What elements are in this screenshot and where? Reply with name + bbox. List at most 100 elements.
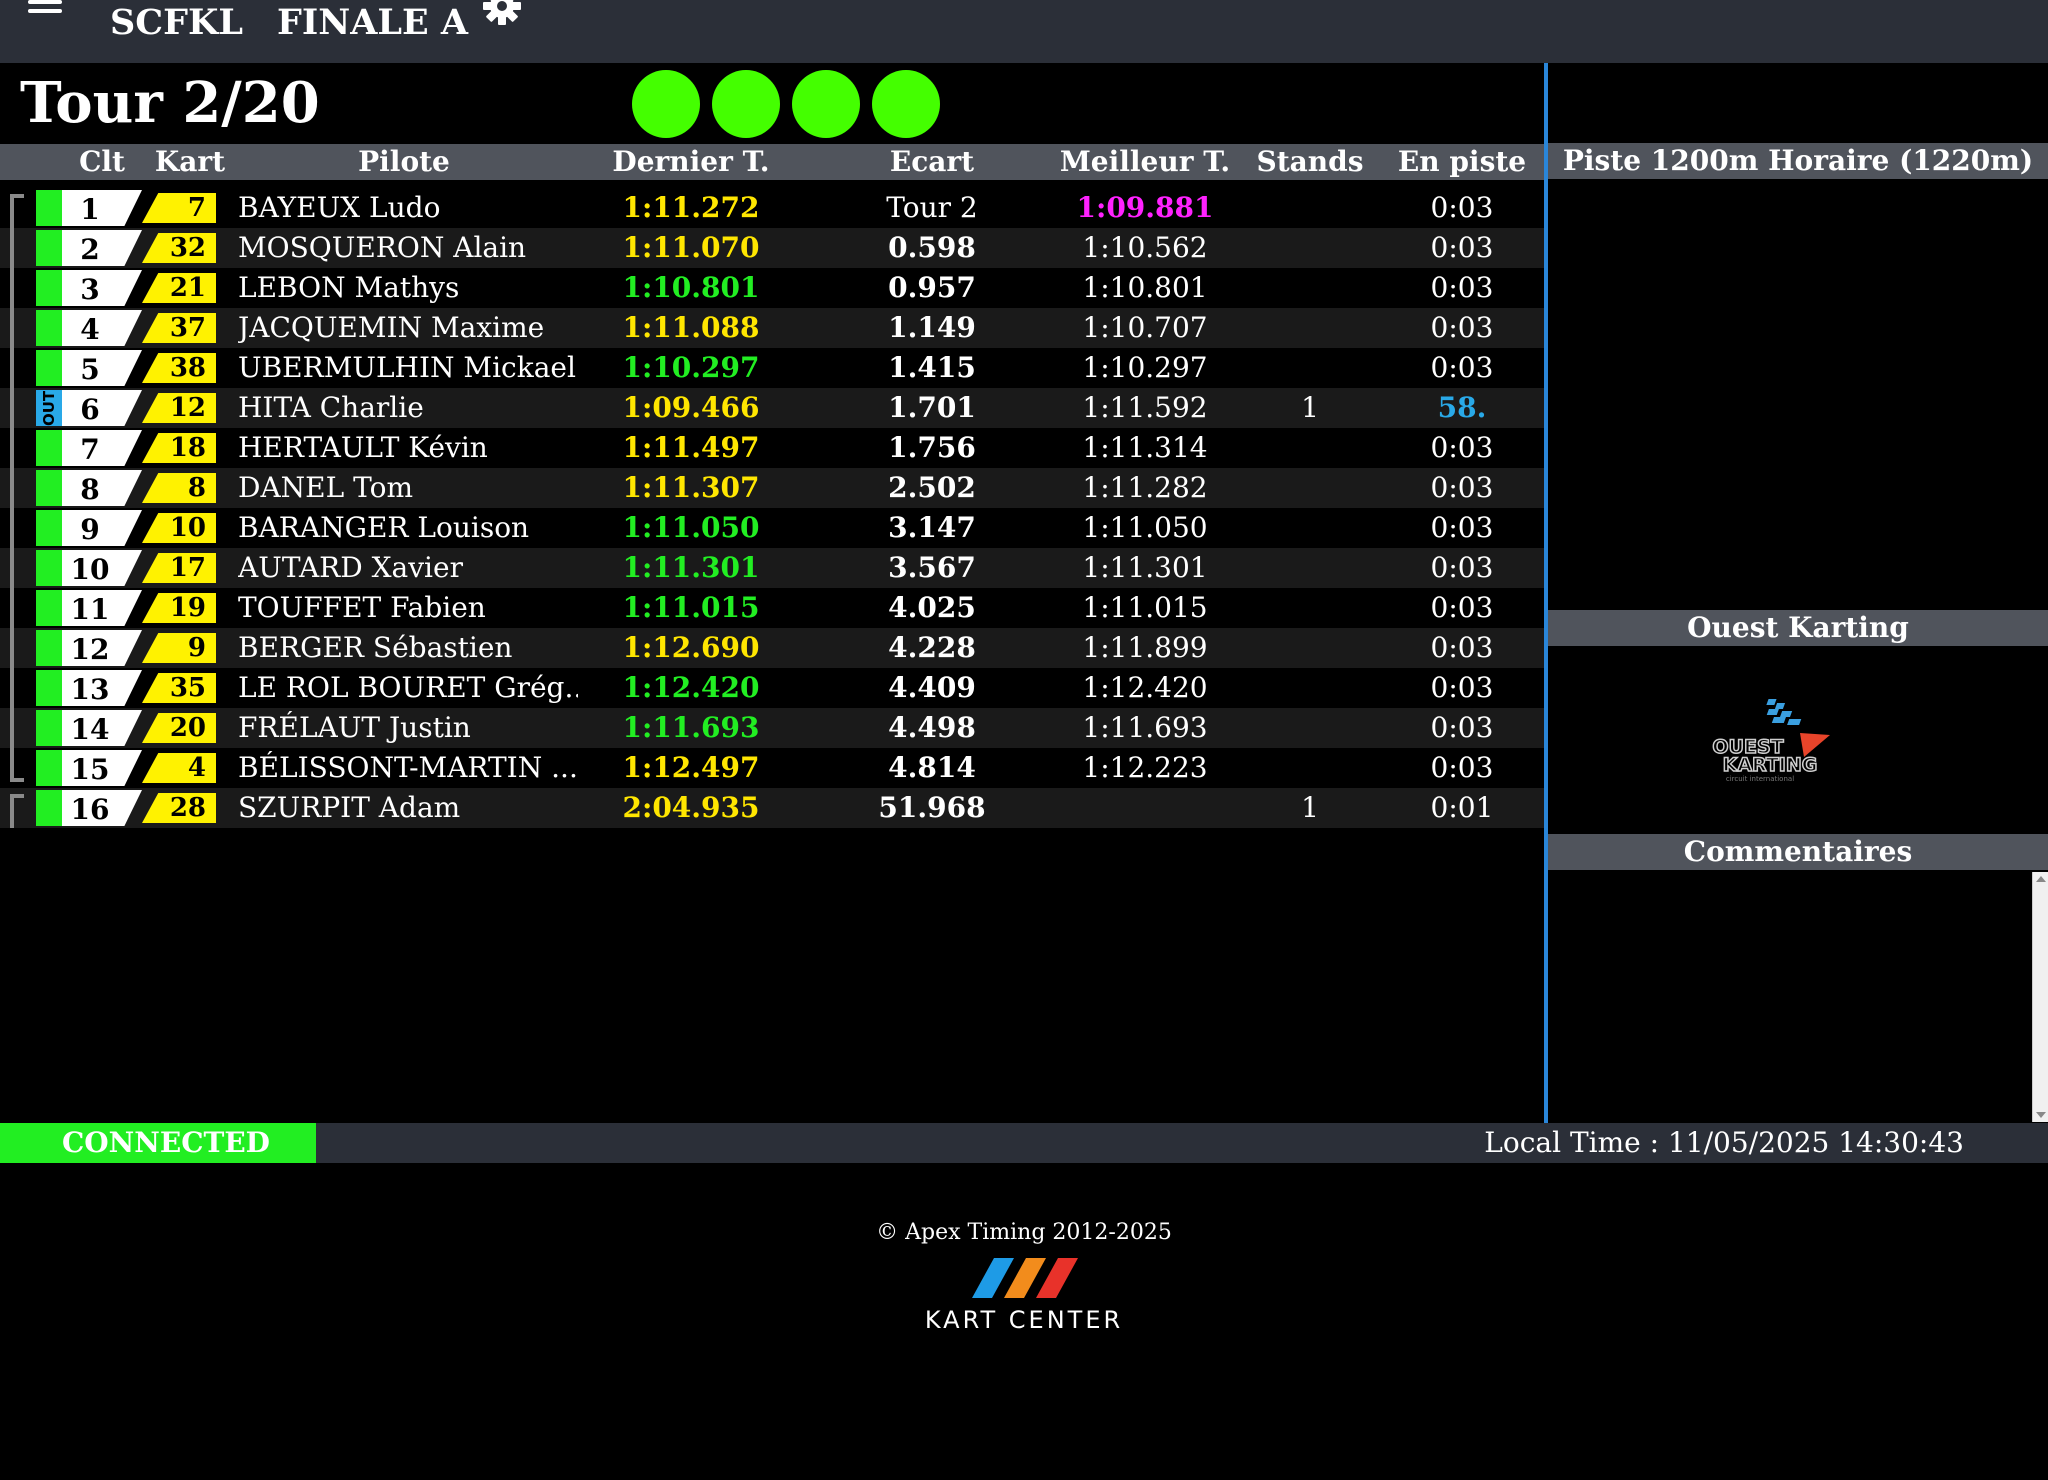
best-lap-time: 1:09.881: [1076, 191, 1214, 224]
column-header-ecart[interactable]: Ecart: [832, 144, 1032, 180]
kart-number: 19: [169, 593, 206, 623]
group-bracket: [10, 708, 24, 748]
table-row[interactable]: 5 38 UBERMULHIN Mickael 1:10.297 1.415 1:10.2…: [0, 348, 1544, 388]
status-indicator: [36, 750, 62, 786]
kart-badge: 18: [142, 433, 216, 463]
column-header-en-piste[interactable]: En piste: [1380, 144, 1544, 180]
time-on-track: 0:03: [1430, 711, 1494, 744]
pilot-name: AUTARD Xavier: [238, 551, 463, 584]
comments-scrollbar[interactable]: [2032, 872, 2048, 1122]
pilot-name: JACQUEMIN Maxime: [238, 311, 545, 344]
last-lap-time: 1:11.693: [622, 711, 760, 744]
table-row[interactable]: 2 32 MOSQUERON Alain 1:11.070 0.598 1:10.562 0…: [0, 228, 1544, 268]
last-lap-time: 2:04.935: [622, 791, 760, 824]
status-indicator: [36, 630, 62, 666]
pilot-name: BERGER Sébastien: [238, 631, 513, 664]
pilot-name: BAYEUX Ludo: [238, 191, 441, 224]
status-indicator: [36, 190, 62, 226]
pilot-name: HITA Charlie: [238, 391, 424, 424]
table-header: Clt Kart Pilote Dernier T. Ecart Meilleu…: [0, 144, 1544, 180]
column-header-stands[interactable]: Stands: [1250, 144, 1370, 180]
scroll-down-arrow-icon[interactable]: [2036, 1112, 2046, 1118]
hamburger-menu-icon[interactable]: [28, 0, 62, 18]
gear-icon[interactable]: [482, 0, 522, 26]
pit-out-indicator: OUT: [36, 390, 62, 426]
pit-stops: 1: [1301, 391, 1319, 424]
table-row[interactable]: 13 35 LE ROL BOURET Grég... 1:12.420 4.409 1:…: [0, 668, 1544, 708]
kart-badge: 21: [142, 273, 216, 303]
pit-out-label: OUT: [40, 390, 58, 426]
kart-badge: 10: [142, 513, 216, 543]
gap-to-leader: 1.756: [888, 431, 976, 464]
column-header-kart[interactable]: Kart: [150, 144, 230, 180]
kart-number: 32: [169, 233, 206, 263]
ouest-karting-logo: OUEST KARTING circuit international: [1712, 699, 1830, 783]
kart-badge: 32: [142, 233, 216, 263]
last-lap-time: 1:12.497: [622, 751, 760, 784]
position-number: 16: [70, 793, 110, 826]
pit-stops: [1250, 228, 1370, 268]
pilot-name: FRÉLAUT Justin: [238, 711, 471, 744]
table-row[interactable]: 1 7 BAYEUX Ludo 1:11.272 Tour 2 1:09.881 0:03: [0, 188, 1544, 228]
group-bracket: [10, 468, 24, 508]
column-header-pilote[interactable]: Pilote: [238, 144, 570, 180]
table-row[interactable]: 9 10 BARANGER Louison 1:11.050 3.147 1:11.050…: [0, 508, 1544, 548]
status-indicator: [36, 710, 62, 746]
table-row[interactable]: 16 28 SZURPIT Adam 2:04.935 51.968 1 0:01: [0, 788, 1544, 828]
table-row[interactable]: 10 17 AUTARD Xavier 1:11.301 3.567 1:11.301 0:…: [0, 548, 1544, 588]
best-lap-time: 1:11.301: [1082, 551, 1208, 584]
pilot-name: BÉLISSONT-MARTIN ...: [238, 751, 578, 784]
table-row[interactable]: 3 21 LEBON Mathys 1:10.801 0.957 1:10.801 0:03: [0, 268, 1544, 308]
best-lap-time: 1:10.297: [1082, 351, 1208, 384]
last-lap-time: 1:11.301: [622, 551, 760, 584]
group-bracket: [10, 668, 24, 708]
last-lap-time: 1:09.466: [622, 391, 760, 424]
pit-stops: [1250, 708, 1370, 748]
kart-number: 28: [169, 793, 206, 823]
kart-number: 4: [187, 753, 206, 783]
table-row[interactable]: 8 8 DANEL Tom 1:11.307 2.502 1:11.282 0:03: [0, 468, 1544, 508]
group-bracket: [10, 308, 24, 348]
best-lap-time: 1:11.050: [1082, 511, 1208, 544]
table-row[interactable]: 15 4 BÉLISSONT-MARTIN ... 1:12.497 4.814 1:12…: [0, 748, 1544, 788]
pit-stops: 1: [1301, 791, 1319, 824]
status-indicator: [36, 470, 62, 506]
scroll-up-arrow-icon[interactable]: [2036, 876, 2046, 882]
gap-to-leader: 4.814: [888, 751, 976, 784]
position-badge: 7: [62, 430, 142, 466]
group-bracket: [10, 194, 24, 228]
position-badge: 1: [62, 190, 142, 226]
table-row[interactable]: OUT 6 12 HITA Charlie 1:09.466 1.701 1:11.592 1…: [0, 388, 1544, 428]
table-row[interactable]: 12 9 BERGER Sébastien 1:12.690 4.228 1:11.899…: [0, 628, 1544, 668]
gap-to-leader: 4.228: [888, 631, 976, 664]
table-row[interactable]: 14 20 FRÉLAUT Justin 1:11.693 4.498 1:11.693 0…: [0, 708, 1544, 748]
last-lap-time: 1:11.307: [622, 471, 760, 504]
position-badge: 10: [62, 550, 142, 586]
gap-to-leader: Tour 2: [886, 191, 978, 224]
pilot-name: MOSQUERON Alain: [238, 231, 527, 264]
panel-divider: [1544, 63, 1548, 1123]
column-header-clt[interactable]: Clt: [62, 144, 142, 180]
pit-stops: [1250, 668, 1370, 708]
kart-badge: 37: [142, 313, 216, 343]
time-on-track: 0:03: [1430, 751, 1494, 784]
column-header-dernier[interactable]: Dernier T.: [580, 144, 802, 180]
best-lap-time: 1:10.562: [1082, 231, 1208, 264]
green-light: [712, 70, 780, 138]
column-header-meilleur[interactable]: Meilleur T.: [1040, 144, 1250, 180]
last-lap-time: 1:12.420: [622, 671, 760, 704]
table-row[interactable]: 11 19 TOUFFET Fabien 1:11.015 4.025 1:11.015 0…: [0, 588, 1544, 628]
group-bracket: [10, 428, 24, 468]
table-row[interactable]: 7 18 HERTAULT Kévin 1:11.497 1.756 1:11.314 0:…: [0, 428, 1544, 468]
position-number: 3: [80, 273, 100, 306]
table-row[interactable]: 4 37 JACQUEMIN Maxime 1:11.088 1.149 1:10.707…: [0, 308, 1544, 348]
time-on-track: 0:01: [1430, 791, 1494, 824]
last-lap-time: 1:11.497: [622, 431, 760, 464]
last-lap-time: 1:10.297: [622, 351, 760, 384]
pit-stops: [1250, 588, 1370, 628]
kart-badge: 20: [142, 713, 216, 743]
kart-badge: 28: [142, 793, 216, 823]
group-bracket: [10, 588, 24, 628]
group-bracket: [10, 508, 24, 548]
position-badge: 16: [62, 790, 142, 826]
